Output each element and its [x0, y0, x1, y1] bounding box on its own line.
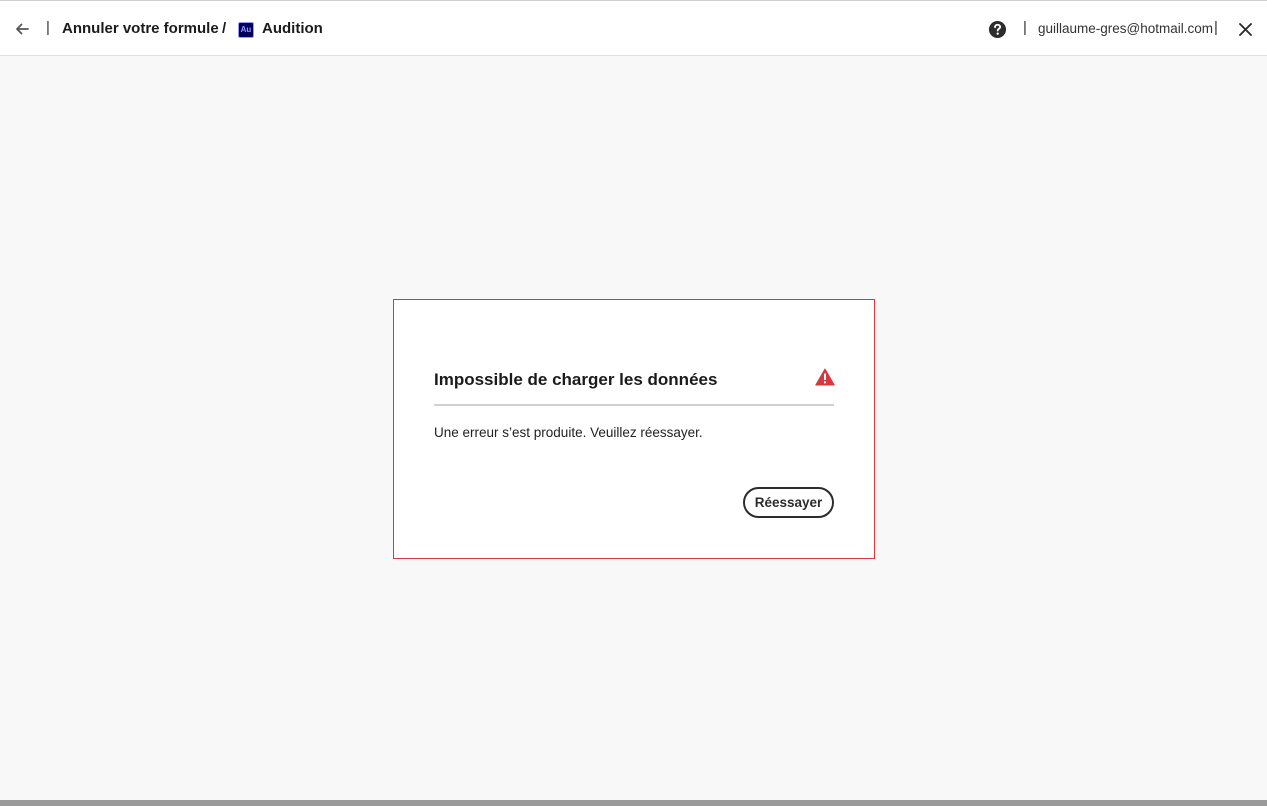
- header-separator: |: [1214, 19, 1218, 36]
- alert-triangle-icon: [815, 368, 835, 386]
- error-dialog: Impossible de charger les données Une er…: [393, 299, 875, 559]
- top-bar: | Annuler votre formule / Au Audition | …: [0, 0, 1267, 56]
- bottom-scroll-bar: [0, 800, 1267, 806]
- breadcrumb-app-name: Audition: [262, 20, 323, 37]
- breadcrumb-slash: /: [222, 20, 227, 37]
- audition-logo-icon: Au: [238, 22, 254, 38]
- close-icon[interactable]: [1238, 22, 1253, 37]
- question-circle-icon[interactable]: [988, 20, 1007, 39]
- retry-button[interactable]: Réessayer: [743, 487, 834, 518]
- header-separator: |: [46, 19, 50, 36]
- breadcrumb-cancel-plan[interactable]: Annuler votre formule: [62, 20, 219, 37]
- header-separator: |: [1023, 19, 1027, 36]
- dialog-title: Impossible de charger les données: [434, 370, 718, 389]
- dialog-divider: [434, 404, 834, 406]
- error-message: Une erreur s’est produite. Veuillez rées…: [434, 425, 703, 440]
- user-email: guillaume-gres@hotmail.com: [1038, 21, 1214, 36]
- arrow-left-icon[interactable]: [12, 19, 32, 39]
